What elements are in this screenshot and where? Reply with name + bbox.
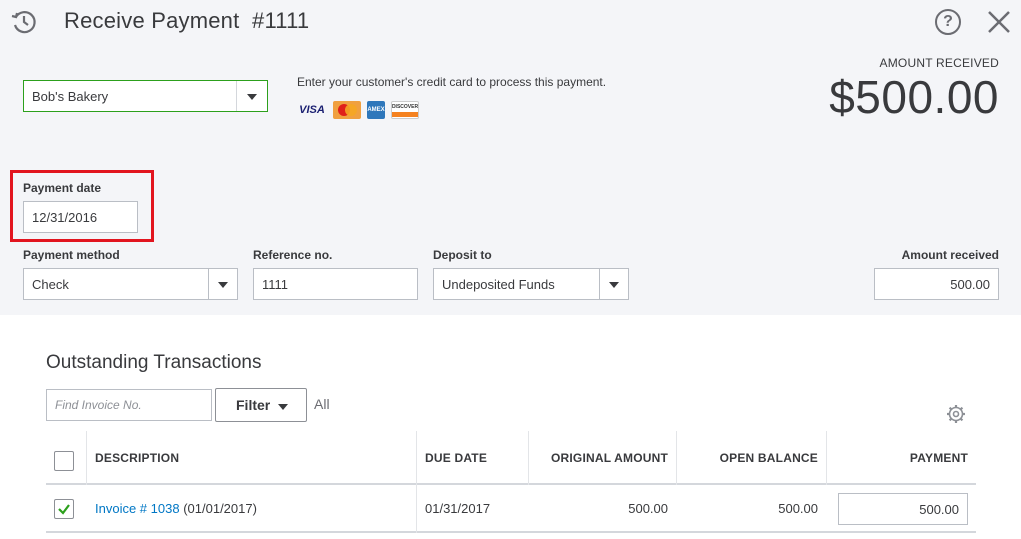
amount-received-input[interactable]: 500.00 (874, 268, 999, 300)
select-all-checkbox[interactable] (54, 451, 74, 471)
col-due-date[interactable]: DUE DATE (425, 451, 487, 465)
select-divider (208, 269, 209, 299)
amount-received-label: AMOUNT RECEIVED (879, 56, 999, 70)
col-original-amount[interactable]: ORIGINAL AMOUNT (551, 451, 668, 465)
col-payment[interactable]: PAYMENT (910, 451, 968, 465)
outstanding-transactions-title: Outstanding Transactions (46, 352, 262, 373)
row-original-amount: 500.00 (628, 501, 668, 516)
deposit-to-value: Undeposited Funds (442, 277, 555, 292)
gear-icon[interactable] (946, 404, 966, 424)
deposit-to-label: Deposit to (433, 248, 492, 262)
visa-icon: VISA (299, 104, 325, 116)
col-description[interactable]: DESCRIPTION (95, 451, 179, 465)
col-open-balance[interactable]: OPEN BALANCE (720, 451, 818, 465)
chevron-down-icon[interactable] (218, 282, 228, 288)
invoice-date: (01/01/2017) (183, 501, 257, 516)
filter-all-label: All (314, 396, 330, 412)
reference-no-label: Reference no. (253, 248, 333, 262)
discover-text: DISCOVER (391, 103, 419, 110)
select-divider (599, 269, 600, 299)
payment-date-input[interactable]: 12/31/2016 (23, 201, 138, 233)
help-icon[interactable]: ? (935, 9, 961, 35)
row-open-balance: 500.00 (778, 501, 818, 516)
filter-label: Filter (236, 397, 271, 413)
chevron-down-icon[interactable] (609, 282, 619, 288)
amex-icon: AMEX (367, 101, 385, 119)
close-icon[interactable] (985, 8, 1013, 36)
card-logos: VISA AMEX DISCOVER (297, 101, 419, 119)
payment-number: #1111 (252, 8, 310, 33)
row-checkbox[interactable] (54, 499, 74, 519)
caret-down-icon (278, 404, 288, 410)
page-title: Receive Payment #1111 (64, 8, 309, 34)
payment-header-panel: Receive Payment #1111 ? Bob's Bakery Ent… (0, 0, 1021, 315)
find-invoice-input[interactable] (46, 389, 212, 421)
table-header: DESCRIPTION DUE DATE ORIGINAL AMOUNT OPE… (46, 431, 976, 485)
credit-card-prompt[interactable]: Enter your customer's credit card to pro… (297, 75, 606, 89)
chevron-down-icon[interactable] (247, 94, 257, 100)
row-payment-input[interactable]: 500.00 (838, 493, 968, 525)
customer-select[interactable]: Bob's Bakery (23, 80, 268, 112)
invoice-link[interactable]: Invoice # 1038 (95, 501, 180, 516)
page-title-text: Receive Payment (64, 8, 240, 33)
table-row: Invoice # 1038 (01/01/2017) 01/31/2017 5… (46, 485, 976, 533)
deposit-to-select[interactable]: Undeposited Funds (433, 268, 629, 300)
payment-date-label: Payment date (23, 181, 102, 195)
row-description: Invoice # 1038 (01/01/2017) (95, 501, 257, 516)
discover-icon: DISCOVER (391, 101, 419, 119)
mastercard-icon (333, 101, 361, 119)
payment-method-value: Check (32, 277, 69, 292)
amount-received-field-label: Amount received (901, 248, 999, 262)
payment-method-select[interactable]: Check (23, 268, 238, 300)
customer-value: Bob's Bakery (32, 89, 109, 104)
filter-button[interactable]: Filter (215, 388, 307, 422)
history-icon[interactable] (10, 8, 38, 36)
reference-no-input[interactable]: 1111 (253, 268, 418, 300)
row-due-date: 01/31/2017 (425, 501, 491, 516)
select-divider (236, 81, 237, 111)
amount-received-total: $500.00 (829, 71, 999, 123)
payment-method-label: Payment method (23, 248, 120, 262)
